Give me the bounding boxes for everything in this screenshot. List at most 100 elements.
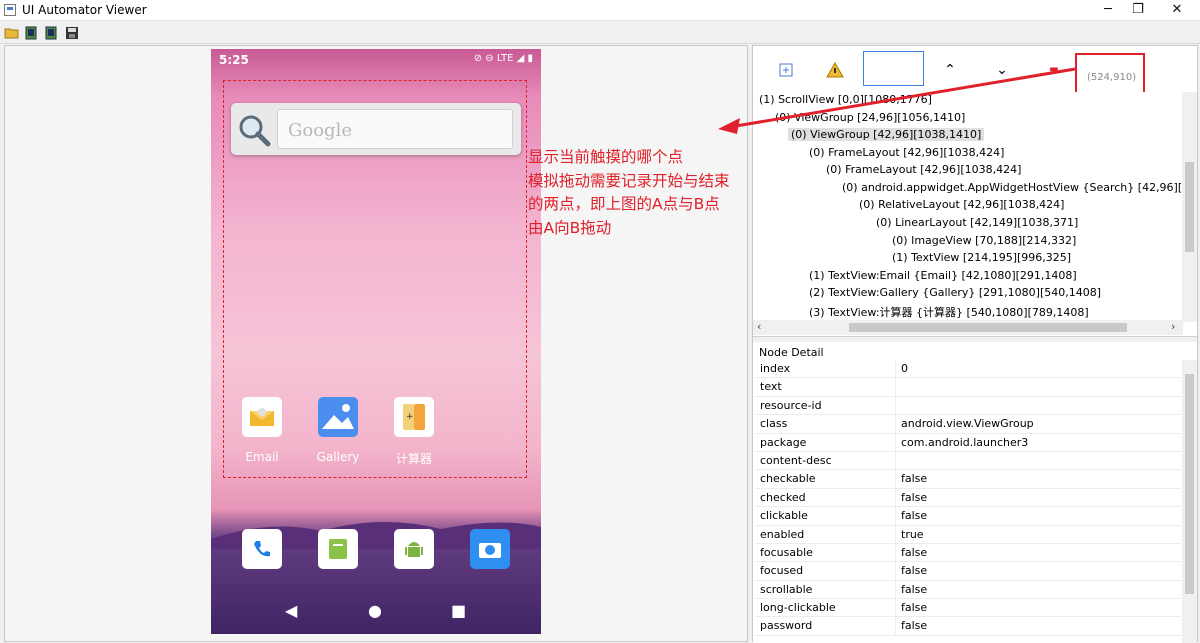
property-value: false [901,564,928,578]
touch-coordinates: (524,910) [1087,72,1137,83]
property-value: false [901,619,928,633]
property-key: focusable [760,545,813,559]
tree-node[interactable]: (0) RelativeLayout [42,96][1038,424] [859,198,1064,211]
node-detail-title: Node Detail [759,346,824,359]
expand-all-icon[interactable] [777,62,795,78]
hierarchy-tree[interactable]: (1) ScrollView [0,0][1080,1776] (0) View… [753,92,1197,336]
close-button[interactable]: ✕ [1154,0,1200,21]
property-key: text [760,380,782,394]
table-row[interactable]: checked false [755,488,1181,508]
property-key: long-clickable [760,601,836,615]
property-value: false [901,490,928,504]
tree-node[interactable]: (2) TextView:Gallery {Gallery} [291,1080… [809,286,1101,299]
tree-vertical-scrollbar[interactable] [1182,92,1197,322]
node-detail-panel: Node Detail index 0 text resource-id clas… [753,342,1197,643]
tree-node[interactable]: (0) ViewGroup [24,96][1056,1410] [775,111,965,124]
scroll-left-icon[interactable]: ‹ [757,320,761,333]
android-icon[interactable] [394,529,434,569]
scroll-right-icon[interactable]: › [1171,320,1175,333]
tree-horizontal-scrollbar[interactable]: ‹ › [753,320,1183,335]
status-time: 5:25 [219,53,249,67]
table-row[interactable]: package com.android.launcher3 [755,433,1181,452]
tree-node[interactable]: (1) TextView [214,195][996,325] [892,251,1071,264]
tree-node[interactable]: (0) LinearLayout [42,149][1038,371] [876,216,1078,229]
table-row[interactable]: password false [755,617,1181,636]
table-row[interactable]: resource-id [755,396,1181,416]
open-folder-icon[interactable] [4,26,20,40]
title-bar: UI Automator Viewer ─ ❐ ✕ [0,0,1200,21]
property-value: false [901,545,928,559]
app-icon [4,4,16,16]
tree-node[interactable]: (0) android.appwidget.AppWidgetHostView … [842,181,1197,194]
property-key: enabled [760,527,805,541]
messages-icon[interactable] [318,529,358,569]
property-key: package [760,435,807,449]
save-icon[interactable] [64,26,80,40]
device-screenshot-compressed-icon[interactable] [44,26,60,40]
table-row[interactable]: clickable false [755,507,1181,526]
tree-node-selected[interactable]: (0) ViewGroup [42,96][1038,1410] [788,128,985,141]
table-row[interactable]: index 0 [755,360,1181,379]
table-row[interactable]: text [755,378,1181,397]
previous-node-button[interactable]: ⌃ [941,62,959,78]
table-row[interactable]: content-desc [755,451,1181,471]
phone-screenshot[interactable]: 5:25 ⊘ ⊖ LTE ◢ ▮ Google Email Gallery + … [211,49,541,634]
node-detail-table: index 0 text resource-id class android.vie… [755,360,1181,636]
warning-icon[interactable] [826,62,844,78]
property-key: scrollable [760,582,813,596]
device-screenshot-icon[interactable] [24,26,40,40]
property-value: com.android.launcher3 [901,435,1029,449]
property-key: password [760,619,813,633]
property-value: android.view.ViewGroup [901,417,1034,431]
annotation-line: 模拟拖动需要记录开始与结束 [528,171,730,190]
status-icons: ⊘ ⊖ LTE ◢ ▮ [473,53,533,64]
tree-node[interactable]: (1) TextView:Email {Email} [42,1080][291… [809,269,1077,282]
property-value: 0 [901,362,908,375]
next-node-button[interactable]: ⌄ [993,62,1011,78]
scroll-thumb[interactable] [1185,162,1194,252]
tree-node[interactable]: (0) ImageView [70,188][214,332] [892,234,1076,247]
property-key: resource-id [760,398,822,412]
property-value: false [901,509,928,523]
tree-node[interactable]: (3) TextView:计算器 {计算器} [540,1080][789,14… [809,304,1089,320]
property-value: true [901,527,924,541]
property-value: false [901,582,928,596]
tree-node[interactable]: (1) ScrollView [0,0][1080,1776] [759,93,932,106]
hierarchy-toolbar: ⌃ ⌄ ▬ (524,910) [753,46,1197,103]
table-row[interactable]: scrollable false [755,580,1181,600]
annotation-line: 由A向B拖动 [528,218,612,237]
property-key: focused [760,564,804,578]
table-row[interactable]: focused false [755,562,1181,581]
table-row[interactable]: checkable false [755,470,1181,489]
property-key: index [760,362,791,375]
filter-input[interactable] [863,51,924,86]
status-bar: 5:25 ⊘ ⊖ LTE ◢ ▮ [211,49,541,71]
window-title: UI Automator Viewer [22,3,147,17]
detail-vertical-scrollbar[interactable] [1182,360,1197,643]
recents-icon[interactable]: ■ [451,601,466,620]
annotation-line: 显示当前触摸的哪个点 [528,148,684,166]
table-row[interactable]: enabled true [755,525,1181,544]
selected-node-outline [223,80,527,478]
property-key: content-desc [760,453,832,467]
phone-icon[interactable] [242,529,282,569]
annotation-text: 显示当前触摸的哪个点 模拟拖动需要记录开始与结束 的两点，即上图的A点与B点 由… [528,146,730,240]
back-icon[interactable]: ◀ [285,601,297,620]
property-key: checkable [760,472,816,486]
property-value: false [901,472,928,486]
property-value: false [901,601,928,615]
camera-icon[interactable] [470,529,510,569]
property-key: checked [760,490,806,504]
home-icon[interactable]: ● [368,601,382,620]
tree-node[interactable]: (0) FrameLayout [42,96][1038,424] [826,163,1021,176]
table-row[interactable]: long-clickable false [755,599,1181,618]
scroll-thumb[interactable] [849,323,1127,332]
property-key: class [760,417,788,431]
main-toolbar [0,22,1200,44]
clear-search-button[interactable]: ▬ [1045,62,1063,78]
table-row[interactable]: focusable false [755,543,1181,563]
tree-node[interactable]: (0) FrameLayout [42,96][1038,424] [809,146,1004,159]
table-row[interactable]: class android.view.ViewGroup [755,415,1181,434]
scroll-thumb[interactable] [1185,374,1194,594]
hierarchy-pane: ⌃ ⌄ ▬ (524,910) (1) ScrollView [0,0][108… [752,45,1198,643]
